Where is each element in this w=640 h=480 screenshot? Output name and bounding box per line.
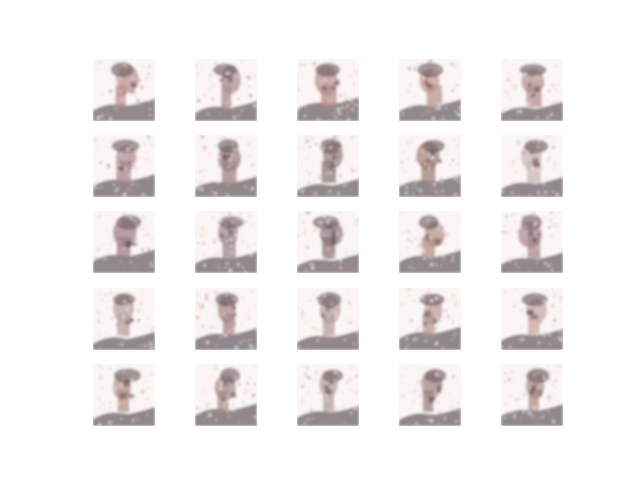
face-image <box>297 364 359 426</box>
face-image <box>501 364 563 426</box>
face-image <box>195 59 257 121</box>
generated-face-tile <box>297 288 359 350</box>
face-image <box>501 211 563 273</box>
face-image <box>93 59 155 121</box>
face-image <box>297 211 359 273</box>
generated-face-tile <box>93 211 155 273</box>
generated-face-tile <box>501 288 563 350</box>
face-image <box>93 211 155 273</box>
generated-face-tile <box>297 59 359 121</box>
face-image <box>399 288 461 350</box>
face-image <box>93 364 155 426</box>
face-image <box>93 135 155 197</box>
face-image <box>399 135 461 197</box>
face-image <box>297 59 359 121</box>
face-image <box>399 211 461 273</box>
face-image <box>297 288 359 350</box>
face-image <box>399 59 461 121</box>
generated-face-tile <box>195 364 257 426</box>
face-image <box>195 288 257 350</box>
generated-face-tile <box>297 135 359 197</box>
generated-face-tile <box>399 135 461 197</box>
generated-face-tile <box>297 211 359 273</box>
face-image <box>195 211 257 273</box>
face-image <box>195 364 257 426</box>
generated-face-tile <box>399 288 461 350</box>
face-image <box>501 59 563 121</box>
generated-face-tile <box>399 59 461 121</box>
generated-face-tile <box>399 211 461 273</box>
generated-face-tile <box>399 364 461 426</box>
generated-face-tile <box>195 288 257 350</box>
generated-face-tile <box>93 59 155 121</box>
generated-face-tile <box>501 364 563 426</box>
generated-image-grid <box>0 0 640 480</box>
face-image <box>501 288 563 350</box>
generated-face-tile <box>501 135 563 197</box>
generated-face-tile <box>195 211 257 273</box>
face-image <box>195 135 257 197</box>
face-image <box>297 135 359 197</box>
generated-face-tile <box>297 364 359 426</box>
face-image <box>399 364 461 426</box>
generated-face-tile <box>501 59 563 121</box>
face-image <box>93 288 155 350</box>
generated-face-tile <box>93 364 155 426</box>
generated-face-tile <box>501 211 563 273</box>
generated-face-tile <box>93 288 155 350</box>
face-image <box>501 135 563 197</box>
generated-face-tile <box>195 135 257 197</box>
generated-face-tile <box>93 135 155 197</box>
generated-face-tile <box>195 59 257 121</box>
